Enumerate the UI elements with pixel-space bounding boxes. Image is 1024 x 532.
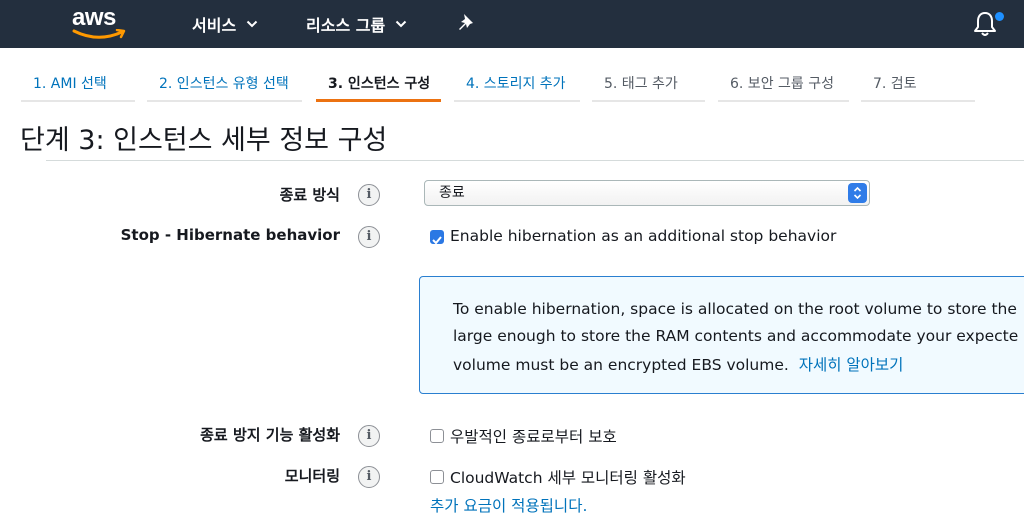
logo-text: aws: [72, 4, 116, 31]
checkmark-icon: [432, 236, 442, 245]
info-line-1: To enable hibernation, space is allocate…: [453, 300, 1017, 318]
hibernate-behavior-label: Stop - Hibernate behavior: [120, 226, 340, 244]
title-divider: [46, 160, 1024, 161]
termination-protection-checkbox[interactable]: [430, 429, 444, 443]
step-configure-instance[interactable]: 3. 인스턴스 구성: [316, 64, 441, 102]
resource-groups-label: 리소스 그룹: [306, 16, 386, 35]
hibernate-checkbox-label[interactable]: Enable hibernation as an additional stop…: [450, 227, 836, 245]
termination-protection-checkbox-label[interactable]: 우발적인 종료로부터 보호: [450, 425, 617, 447]
shutdown-behavior-select[interactable]: 종료: [424, 180, 870, 206]
bell-icon[interactable]: [972, 10, 998, 38]
wizard-steps: 1. AMI 선택 2. 인스턴스 유형 선택 3. 인스턴스 구성 4. 스토…: [0, 64, 1024, 104]
page-title: 단계 3: 인스턴스 세부 정보 구성: [20, 125, 388, 156]
additional-charges-link[interactable]: 추가 요금이 적용됩니다.: [430, 494, 587, 516]
resource-groups-menu[interactable]: 리소스 그룹: [306, 0, 407, 48]
services-menu[interactable]: 서비스: [192, 0, 258, 48]
notification-dot: [995, 12, 1004, 21]
step-configure-security-group[interactable]: 6. 보안 그룹 구성: [718, 64, 849, 102]
step-add-tags[interactable]: 5. 태그 추가: [592, 64, 705, 102]
shutdown-behavior-value: 종료: [439, 185, 465, 201]
step-add-storage[interactable]: 4. 스토리지 추가: [454, 64, 580, 102]
hibernate-checkbox[interactable]: [430, 230, 444, 245]
select-arrows-icon: [848, 183, 867, 203]
hibernation-info-box: To enable hibernation, space is allocate…: [419, 276, 1024, 394]
step-choose-ami[interactable]: 1. AMI 선택: [21, 64, 135, 102]
chevron-down-icon: [395, 20, 407, 28]
shutdown-behavior-label: 종료 방식: [279, 186, 340, 204]
termination-protection-label: 종료 방지 기능 활성화: [200, 426, 340, 444]
info-icon[interactable]: i: [358, 466, 380, 488]
info-line-3: volume must be an encrypted EBS volume. …: [453, 353, 903, 375]
info-line-2: large enough to store the RAM contents a…: [453, 327, 1019, 345]
services-label: 서비스: [192, 16, 237, 35]
info-icon[interactable]: i: [358, 425, 380, 447]
monitoring-label: 모니터링: [284, 467, 340, 485]
pin-icon[interactable]: [456, 12, 478, 34]
top-navbar: aws 서비스 리소스 그룹: [0, 0, 1024, 48]
monitoring-checkbox-label[interactable]: CloudWatch 세부 모니터링 활성화: [450, 466, 686, 488]
monitoring-checkbox[interactable]: [430, 470, 444, 484]
aws-logo[interactable]: aws: [68, 4, 130, 40]
chevron-down-icon: [246, 20, 258, 28]
step-choose-instance-type[interactable]: 2. 인스턴스 유형 선택: [147, 64, 302, 102]
learn-more-link[interactable]: 자세히 알아보기: [799, 356, 904, 374]
logo-smile-icon: [72, 29, 126, 39]
info-line-3-text: volume must be an encrypted EBS volume.: [453, 356, 789, 374]
step-review[interactable]: 7. 검토: [861, 64, 975, 102]
info-icon[interactable]: i: [358, 226, 380, 248]
info-icon[interactable]: i: [358, 184, 380, 206]
